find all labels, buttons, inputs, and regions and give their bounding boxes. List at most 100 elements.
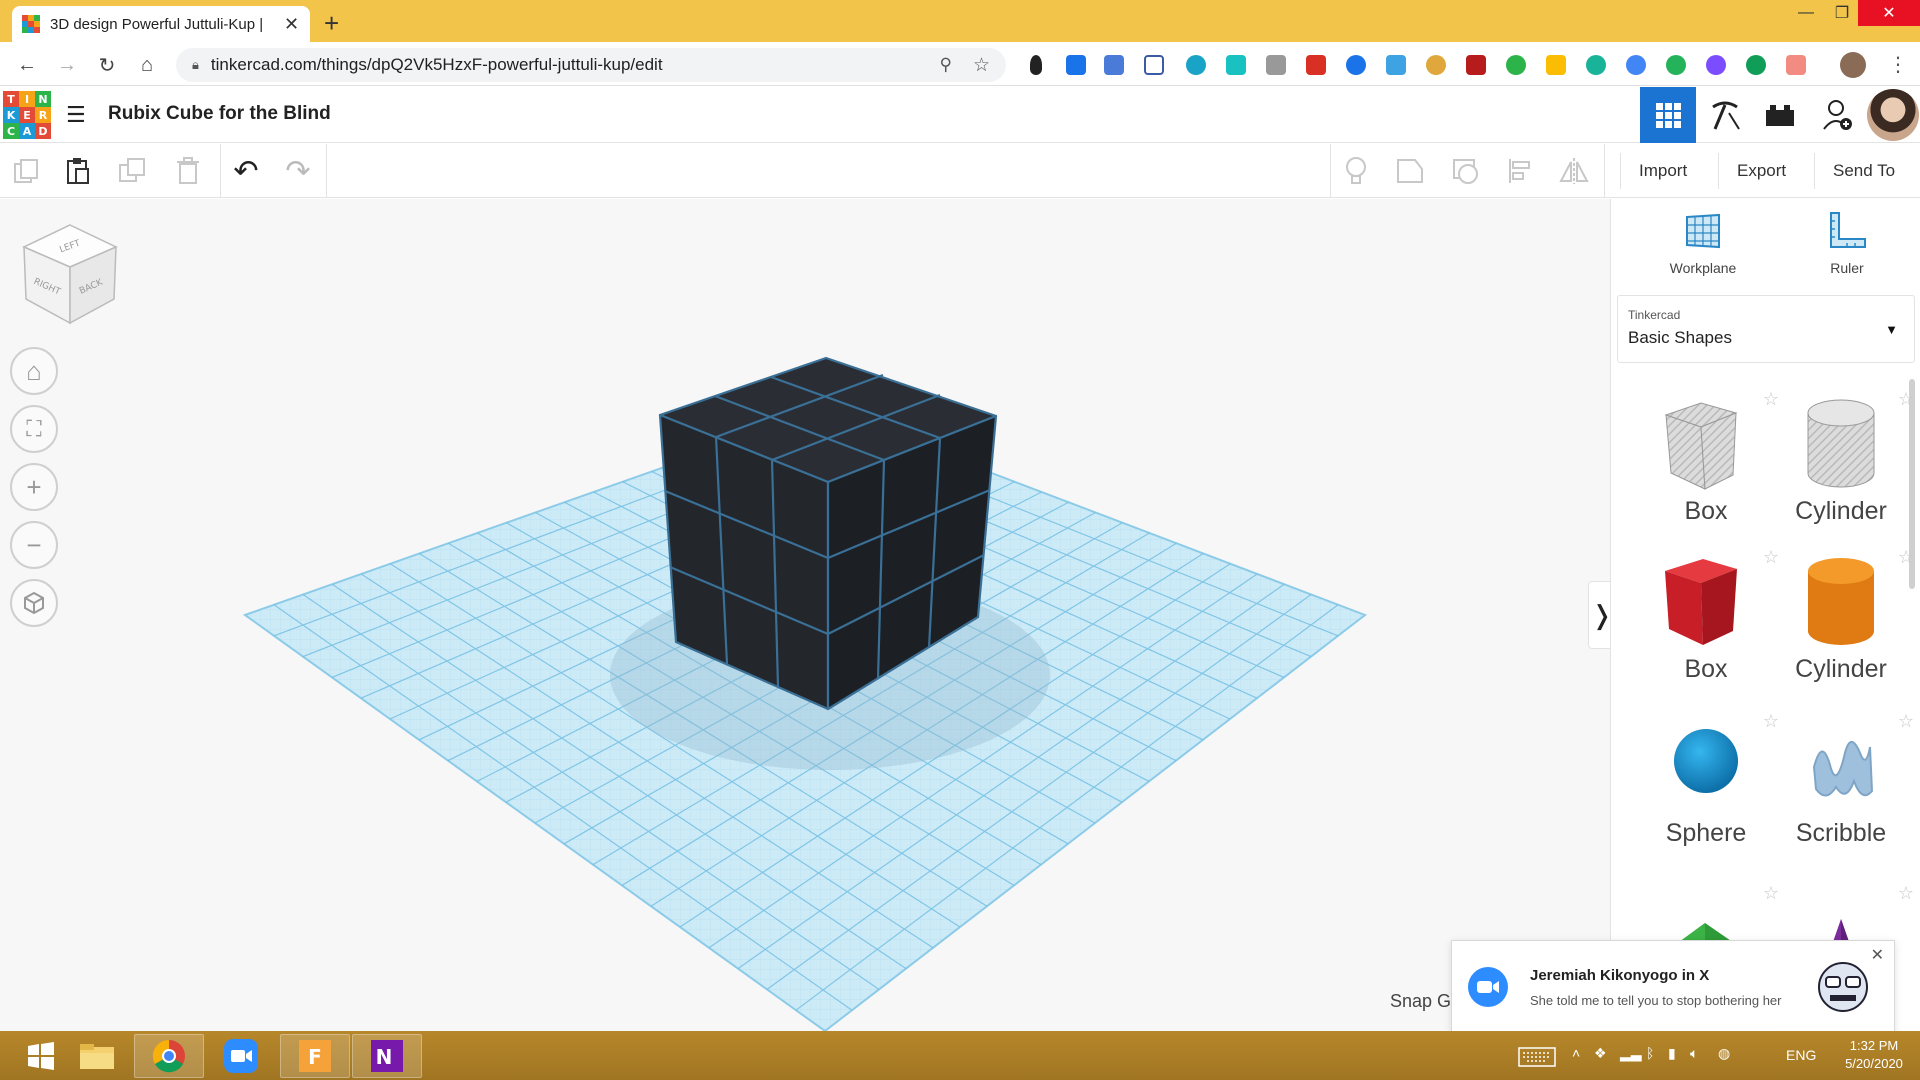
- ungroup-shape-icon[interactable]: [1446, 152, 1486, 190]
- zoom-out-icon[interactable]: −: [10, 521, 58, 569]
- taskbar-zoom[interactable]: [206, 1034, 276, 1078]
- shape-tile-scribble[interactable]: ☆ Scribble: [1776, 707, 1914, 857]
- green-extension-icon[interactable]: [1746, 55, 1766, 75]
- battery-icon[interactable]: ▮: [1668, 1045, 1676, 1062]
- purple-extension-icon[interactable]: [1706, 55, 1726, 75]
- fit-view-icon[interactable]: ⛶: [10, 405, 58, 453]
- collapse-panel-chevron-icon[interactable]: ❭: [1588, 581, 1610, 649]
- red-extension-icon[interactable]: [1306, 55, 1326, 75]
- dropbox-tray-icon[interactable]: ❖: [1594, 1045, 1607, 1062]
- chrome-profile-avatar[interactable]: [1840, 52, 1866, 78]
- shape-tile-box-hole[interactable]: ☆ Box: [1641, 385, 1779, 535]
- shape-tile-sphere[interactable]: ☆ Sphere: [1641, 707, 1779, 857]
- group-shape-icon[interactable]: [1390, 152, 1430, 190]
- redo-arrow-icon[interactable]: ↷: [278, 152, 318, 190]
- formula-extension-icon[interactable]: [1144, 55, 1164, 75]
- new-tab-button[interactable]: +: [324, 8, 339, 39]
- shape-tile-cylinder[interactable]: ☆ Cylinder: [1776, 543, 1914, 693]
- taskbar-chrome[interactable]: [134, 1034, 204, 1078]
- 3d-workspace[interactable]: LEFT RIGHT BACK ⌂ ⛶ + − ❭ Snap G: [0, 199, 1610, 1031]
- view-cube[interactable]: LEFT RIGHT BACK: [22, 223, 118, 325]
- taskbar-fusion360[interactable]: F: [280, 1034, 350, 1078]
- chrome-menu-icon[interactable]: ⋮: [1888, 52, 1908, 77]
- perspective-toggle-icon[interactable]: [10, 579, 58, 627]
- shape-tile-box[interactable]: ☆ Box: [1641, 543, 1779, 693]
- volume-icon[interactable]: 🔈︎: [1690, 1045, 1698, 1062]
- design-title[interactable]: Rubix Cube for the Blind: [108, 103, 331, 125]
- palette-extension-icon[interactable]: [1426, 55, 1446, 75]
- import-button[interactable]: Import: [1620, 153, 1705, 189]
- close-window-button[interactable]: ✕: [1858, 0, 1920, 26]
- pdf-extension-icon[interactable]: [1466, 55, 1486, 75]
- snowflake-extension-icon[interactable]: [1386, 55, 1406, 75]
- export-button[interactable]: Export: [1718, 153, 1804, 189]
- read-aloud-extension-icon[interactable]: [1346, 55, 1366, 75]
- workplane-scene[interactable]: [0, 199, 1610, 1031]
- bricks-view-button[interactable]: [1752, 87, 1808, 143]
- pink-extension-icon[interactable]: [1786, 55, 1806, 75]
- lightbulb-notes-icon[interactable]: [1336, 152, 1376, 190]
- taskbar-file-explorer[interactable]: [62, 1034, 132, 1078]
- favorite-star-icon[interactable]: ☆: [1898, 711, 1914, 732]
- send-to-button[interactable]: Send To: [1814, 153, 1913, 189]
- delete-trash-icon[interactable]: [168, 152, 208, 190]
- favorite-star-icon[interactable]: ☆: [1898, 547, 1914, 568]
- browser-tab[interactable]: 3D design Powerful Juttuli-Kup | ✕: [12, 6, 310, 42]
- home-view-icon[interactable]: ⌂: [10, 347, 58, 395]
- zoom-chat-notification[interactable]: Jeremiah Kikonyogo in X She told me to t…: [1451, 940, 1895, 1032]
- circle-extension-icon[interactable]: [1186, 55, 1206, 75]
- d-extension-icon[interactable]: [1506, 55, 1526, 75]
- add-user-button[interactable]: [1810, 87, 1866, 143]
- meet-extension-icon[interactable]: [1066, 55, 1086, 75]
- undo-arrow-icon[interactable]: ↶: [226, 152, 266, 190]
- paste-icon[interactable]: [58, 152, 98, 190]
- user-avatar[interactable]: [1867, 89, 1919, 141]
- zoom-search-icon[interactable]: ⚲: [940, 55, 952, 75]
- grammarly-extension-icon[interactable]: [1666, 55, 1686, 75]
- grid-icon: [1656, 103, 1681, 128]
- shape-library-select[interactable]: Tinkercad Basic Shapes ▼: [1617, 295, 1915, 363]
- microphone-extension-icon[interactable]: [1030, 55, 1042, 75]
- camera-extension-icon[interactable]: [1266, 55, 1286, 75]
- tab-title: 3D design Powerful Juttuli-Kup |: [50, 15, 264, 33]
- svg-text:N: N: [376, 1045, 393, 1069]
- favorite-star-icon[interactable]: ☆: [1898, 389, 1914, 410]
- bluetooth-icon[interactable]: ᛒ: [1646, 1045, 1654, 1061]
- ruler-tool[interactable]: Ruler: [1787, 211, 1907, 276]
- teal-extension-icon[interactable]: [1586, 55, 1606, 75]
- bookmark-star-icon[interactable]: ☆: [973, 54, 990, 77]
- tinkercad-logo[interactable]: TINKERCAD: [3, 91, 51, 139]
- clock[interactable]: 1:32 PM 5/20/2020: [1834, 1037, 1914, 1073]
- back-arrow-icon[interactable]: ←: [14, 52, 40, 78]
- shape-tile-cylinder-hole[interactable]: ☆ Cylinder: [1776, 385, 1914, 535]
- app-tray-icon[interactable]: ◍: [1718, 1045, 1730, 1062]
- restore-window-button[interactable]: ❐: [1822, 0, 1862, 26]
- touch-keyboard-icon[interactable]: [1518, 1047, 1556, 1067]
- mirror-icon[interactable]: [1554, 152, 1594, 190]
- input-language[interactable]: ENG: [1786, 1047, 1816, 1063]
- workplane-tool[interactable]: Workplane: [1643, 211, 1763, 276]
- copy-icon[interactable]: [6, 152, 46, 190]
- codeblocks-view-button[interactable]: [1697, 87, 1753, 143]
- drive-extension-icon[interactable]: [1546, 55, 1566, 75]
- show-hidden-icons-icon[interactable]: ˄: [1572, 1045, 1580, 1061]
- url-omnibox[interactable]: 🔒︎ tinkercad.com/things/dpQ2Vk5HzxF-powe…: [176, 48, 1006, 82]
- link-extension-icon[interactable]: [1626, 55, 1646, 75]
- network-signal-icon[interactable]: ▂▃: [1620, 1045, 1642, 1062]
- tab-close-icon[interactable]: ✕: [284, 14, 299, 35]
- home-icon[interactable]: ⌂: [134, 52, 160, 78]
- align-icon[interactable]: [1500, 152, 1540, 190]
- forward-arrow-icon[interactable]: →: [54, 52, 80, 78]
- puzzle-extension-icon[interactable]: [1226, 55, 1246, 75]
- duplicate-icon[interactable]: [112, 152, 152, 190]
- reload-icon[interactable]: ↻: [94, 52, 120, 78]
- 3d-design-view-button[interactable]: [1640, 87, 1696, 143]
- notification-close-icon[interactable]: ✕: [1871, 945, 1884, 965]
- minimize-window-button[interactable]: —: [1786, 0, 1826, 26]
- translate-extension-icon[interactable]: [1104, 55, 1124, 75]
- favorite-star-icon[interactable]: ☆: [1898, 883, 1914, 904]
- taskbar-onenote[interactable]: N: [352, 1034, 422, 1078]
- snap-grid-label[interactable]: Snap G: [1390, 991, 1451, 1012]
- zoom-in-icon[interactable]: +: [10, 463, 58, 511]
- design-list-icon[interactable]: ☰: [66, 104, 90, 126]
